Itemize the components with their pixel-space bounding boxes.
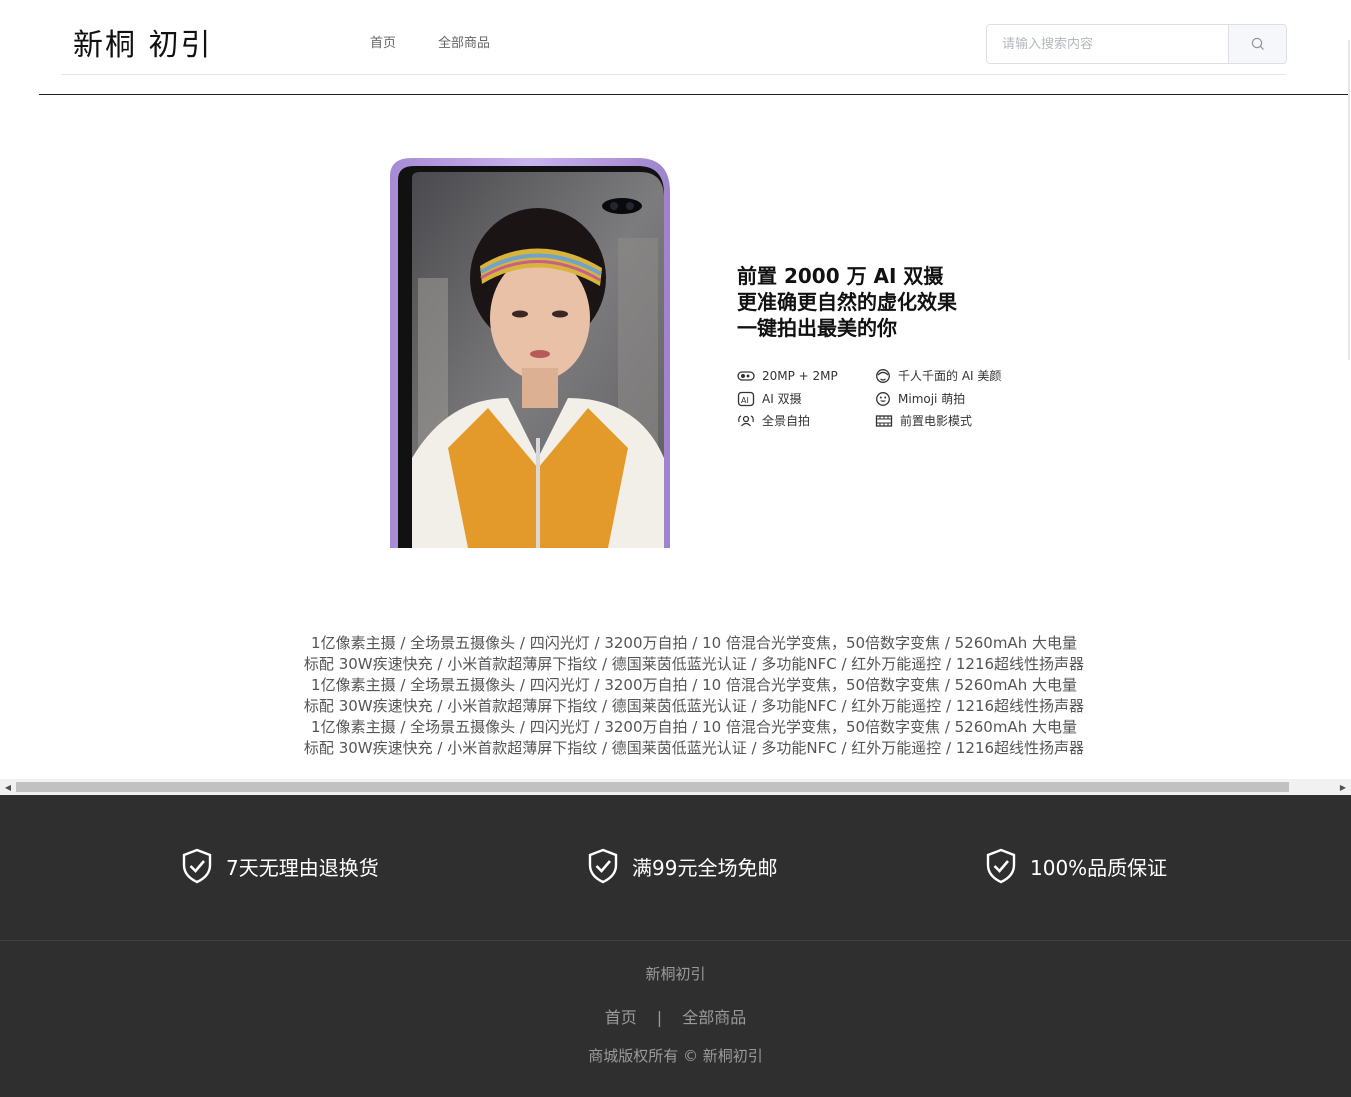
feature-item: AI AI 双摄 — [737, 391, 802, 407]
dual-camera-icon — [737, 371, 755, 381]
scroll-right-arrow-icon[interactable]: ▶ — [1335, 779, 1351, 795]
hero-headline-line: 一键拍出最美的你 — [737, 316, 897, 340]
spec-line: 标配 30W疾速快充 / 小米首款超薄屏下指纹 / 德国莱茵低蓝光认证 / 多功… — [303, 739, 1085, 757]
ai-badge-icon: AI — [737, 391, 755, 407]
shield-check-icon — [986, 848, 1016, 884]
site-header: 新桐 初引 首页 全部商品 — [61, 0, 1287, 75]
spec-line: 标配 30W疾速快充 / 小米首款超薄屏下指纹 / 德国莱茵低蓝光认证 / 多功… — [303, 655, 1085, 673]
footer-link-separator: | — [656, 1008, 663, 1027]
promise-label: 7天无理由退换货 — [226, 855, 379, 880]
hero-headline: 前置 2000 万 AI 双摄 更准确更自然的虚化效果 一键拍出最美的你 — [737, 263, 957, 341]
promise-free-shipping: 满99元全场免邮 — [587, 848, 777, 884]
footer-all-products-link[interactable]: 全部商品 — [682, 1008, 746, 1027]
feature-label: 前置电影模式 — [900, 414, 973, 428]
spec-line: 1亿像素主摄 / 全场景五摄像头 / 四闪光灯 / 3200万自拍 / 10 倍… — [311, 676, 1077, 694]
feature-item: 千人千面的 AI 美颜 — [875, 368, 1001, 384]
feature-item: 20MP + 2MP — [737, 368, 838, 384]
search-input[interactable] — [987, 25, 1227, 63]
smiley-icon — [876, 392, 890, 406]
header-divider — [39, 94, 1348, 95]
site-logo[interactable]: 新桐 初引 — [73, 28, 213, 64]
footer-home-link[interactable]: 首页 — [605, 1008, 637, 1027]
feature-item: 前置电影模式 — [875, 413, 972, 429]
search-button[interactable] — [1228, 25, 1286, 63]
hero-headline-line: 更准确更自然的虚化效果 — [737, 290, 957, 314]
site-footer: 7天无理由退换货 满99元全场免邮 100%品质保证 新桐初引 首页 | 全部商品 … — [0, 795, 1351, 1097]
svg-text:AI: AI — [741, 396, 749, 405]
feature-item: 全景自拍 — [737, 413, 810, 429]
footer-copyright: 商城版权所有 © 新桐初引 — [588, 1047, 763, 1065]
feature-label: Mimoji 萌拍 — [898, 392, 966, 406]
shield-check-icon — [182, 848, 212, 884]
phone-product-image — [390, 158, 670, 548]
spec-line: 标配 30W疾速快充 / 小米首款超薄屏下指纹 / 德国莱茵低蓝光认证 / 多功… — [303, 697, 1085, 715]
nav-all-products-link[interactable]: 全部商品 — [438, 36, 490, 52]
footer-brand: 新桐初引 — [645, 965, 706, 983]
page-edge — [1348, 40, 1350, 360]
promise-quality: 100%品质保证 — [985, 848, 1167, 884]
spec-list: 1亿像素主摄 / 全场景五摄像头 / 四闪光灯 / 3200万自拍 / 10 倍… — [0, 633, 1351, 759]
feature-item: Mimoji 萌拍 — [875, 391, 965, 407]
feature-label: 全景自拍 — [762, 414, 811, 428]
feature-label: 千人千面的 AI 美颜 — [898, 369, 1002, 383]
footer-links: 首页 | 全部商品 — [0, 1004, 1351, 1028]
footer-divider — [0, 940, 1351, 941]
scroll-left-arrow-icon[interactable]: ◀ — [0, 779, 16, 795]
spec-line: 1亿像素主摄 / 全场景五摄像头 / 四闪光灯 / 3200万自拍 / 10 倍… — [311, 634, 1077, 652]
film-icon — [875, 415, 893, 427]
search-icon — [1251, 37, 1264, 50]
horizontal-scrollbar[interactable]: ◀ ▶ — [0, 779, 1351, 795]
shield-check-icon — [588, 848, 618, 884]
search-box — [986, 24, 1287, 64]
feature-label: AI 双摄 — [762, 392, 802, 406]
nav-home-link[interactable]: 首页 — [370, 36, 396, 52]
promise-label: 满99元全场免邮 — [632, 855, 778, 880]
panorama-selfie-icon — [738, 415, 754, 427]
promise-returns: 7天无理由退换货 — [181, 848, 379, 884]
face-beauty-icon — [876, 369, 890, 383]
feature-label: 20MP + 2MP — [762, 369, 838, 383]
spec-line: 1亿像素主摄 / 全场景五摄像头 / 四闪光灯 / 3200万自拍 / 10 倍… — [311, 718, 1077, 736]
scrollbar-thumb[interactable] — [16, 782, 1289, 792]
promise-label: 100%品质保证 — [1030, 855, 1168, 880]
hero-headline-line: 前置 2000 万 AI 双摄 — [737, 264, 944, 288]
